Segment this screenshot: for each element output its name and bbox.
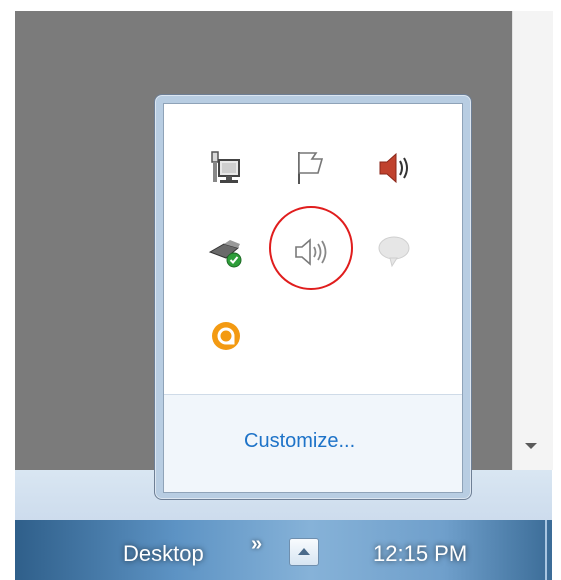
desktop-toolbar-label[interactable]: Desktop: [123, 541, 204, 567]
scroll-down-arrow-icon[interactable]: [525, 443, 537, 449]
action-center-flag-icon[interactable]: [288, 146, 332, 190]
network-icon[interactable]: [204, 146, 248, 190]
show-hidden-icons-button[interactable]: [289, 538, 319, 566]
highlight-circle: [269, 206, 353, 290]
usb-safely-remove-icon[interactable]: [204, 230, 248, 274]
orange-app-icon[interactable]: [204, 314, 248, 358]
tray-overflow-popup: Customize...: [154, 94, 472, 500]
taskbar-divider: [545, 520, 547, 580]
clock[interactable]: 12:15 PM: [373, 541, 467, 567]
scrollbar[interactable]: [512, 11, 553, 470]
tray-overflow-panel: Customize...: [163, 103, 463, 493]
customize-link[interactable]: Customize...: [244, 430, 355, 453]
up-arrow-icon: [298, 548, 310, 555]
speech-bubble-icon[interactable]: [372, 230, 416, 274]
taskbar: [15, 520, 552, 580]
toolbar-overflow-chevron-icon[interactable]: »: [251, 533, 262, 556]
volume-red-icon[interactable]: [372, 146, 416, 190]
